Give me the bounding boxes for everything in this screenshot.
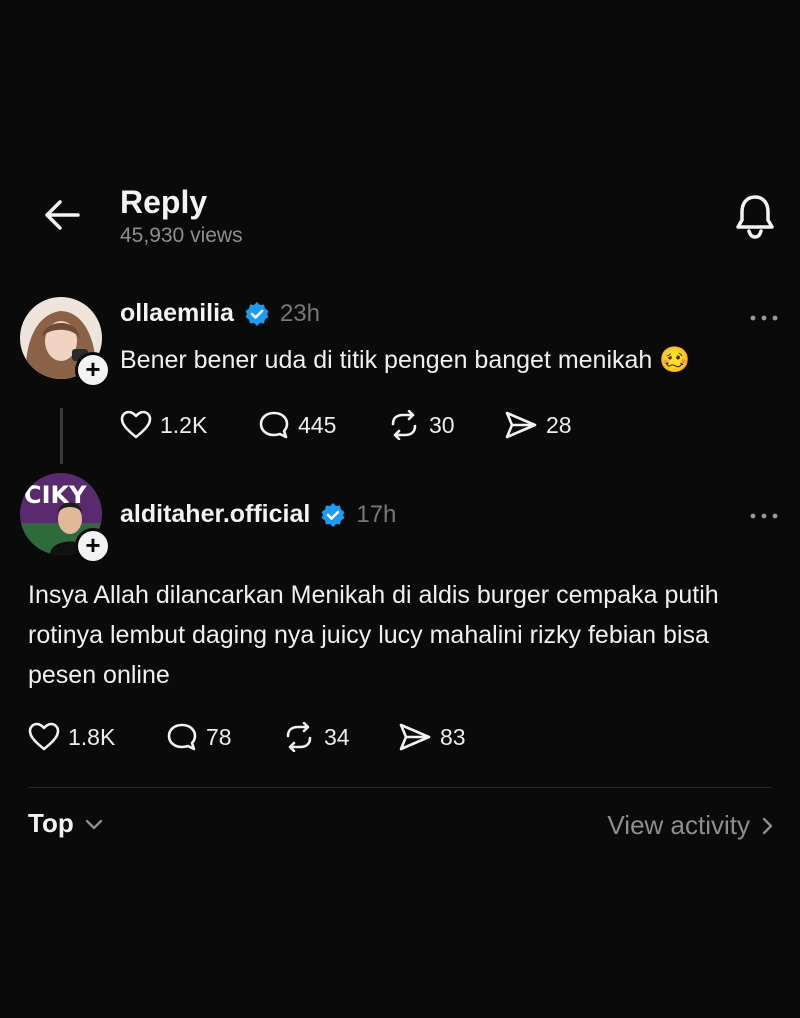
like-button[interactable]: 1.8K: [28, 722, 115, 752]
view-activity-label: View activity: [607, 810, 750, 840]
paper-plane-icon: [399, 723, 431, 751]
timestamp: 23h: [279, 299, 320, 327]
page-title: Reply: [120, 184, 208, 220]
back-button[interactable]: [40, 195, 84, 235]
follow-button[interactable]: +: [75, 528, 111, 564]
arrow-left-icon: [45, 200, 80, 230]
original-post: + olla​emilia 23h Bener bener uda di tit…: [0, 290, 800, 450]
comment-icon: [167, 723, 197, 751]
timestamp: 17h: [356, 500, 397, 528]
verified-icon: [321, 502, 345, 527]
sort-label: Top: [28, 808, 74, 838]
share-count: 28: [546, 411, 572, 438]
paper-plane-icon: [505, 411, 537, 439]
like-count: 1.8K: [68, 723, 116, 750]
like-button[interactable]: 1.2K: [120, 410, 207, 440]
comment-button[interactable]: 445: [258, 410, 336, 440]
divider: [28, 787, 772, 788]
repost-icon: [286, 722, 312, 752]
repost-button[interactable]: 30: [387, 410, 455, 440]
share-button[interactable]: 83: [398, 722, 466, 752]
post-header: olla​emilia 23h: [120, 299, 320, 328]
more-options-button[interactable]: [749, 511, 779, 521]
heart-icon: [120, 410, 152, 439]
comment-count: 445: [298, 411, 337, 438]
comment-button[interactable]: 78: [166, 722, 232, 752]
repost-icon: [391, 410, 417, 440]
username[interactable]: alditaher.official: [120, 500, 310, 529]
repost-count: 34: [324, 723, 350, 750]
reply-text: Insya Allah dilancarkan Menikah di aldis…: [28, 581, 719, 689]
view-count: 45,930 views: [120, 224, 243, 247]
repost-button[interactable]: 34: [282, 722, 350, 752]
like-count: 1.2K: [160, 411, 208, 438]
more-options-button[interactable]: [749, 313, 779, 323]
share-button[interactable]: 28: [504, 410, 572, 440]
bell-icon: [736, 195, 774, 239]
share-count: 83: [440, 723, 466, 750]
reply-post: CIKY + alditaher.official 17h Insya Alla…: [0, 470, 800, 770]
view-activity-link[interactable]: View activity: [607, 810, 774, 841]
username[interactable]: olla​emilia: [120, 299, 234, 328]
verified-icon: [245, 301, 269, 326]
post-text: Bener bener uda di titik pengen banget m…: [120, 346, 691, 374]
chevron-right-icon: [762, 817, 773, 834]
thread-line: [60, 408, 63, 464]
notifications-button[interactable]: [733, 192, 777, 240]
repost-count: 30: [429, 411, 455, 438]
sort-dropdown[interactable]: Top: [28, 808, 104, 839]
heart-icon: [28, 722, 60, 751]
comment-icon: [259, 411, 289, 439]
ellipsis-icon: [750, 513, 778, 519]
ellipsis-icon: [750, 315, 778, 321]
comment-count: 78: [206, 723, 232, 750]
reply-header: alditaher.official 17h: [120, 500, 396, 529]
chevron-down-icon: [85, 819, 102, 829]
follow-button[interactable]: +: [75, 352, 111, 388]
